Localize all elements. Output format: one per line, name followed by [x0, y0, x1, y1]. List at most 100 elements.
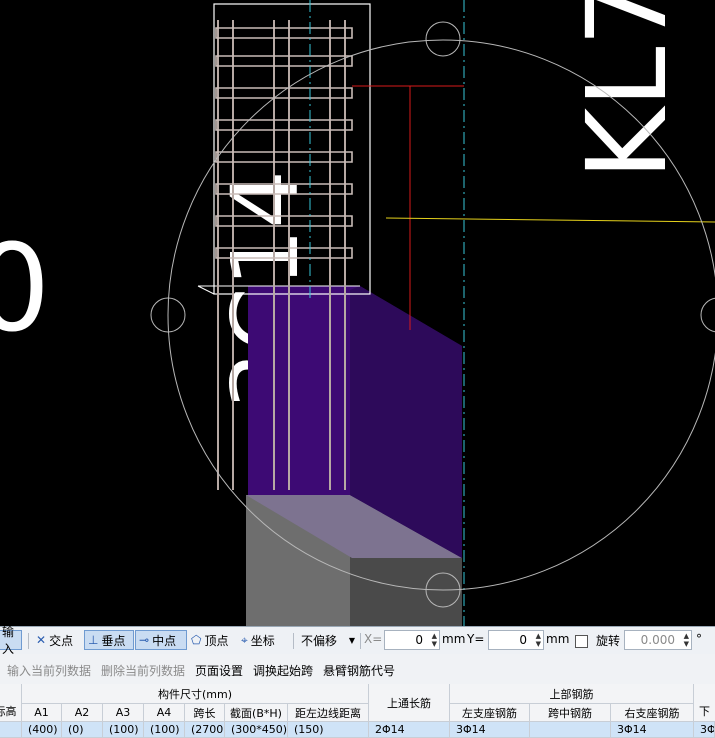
cell-a1-value: (400) — [28, 723, 58, 736]
toolbar-separator — [28, 633, 29, 649]
header-left-support-label: 左支座钢筋 — [462, 706, 517, 720]
coordinate-icon: ⌖ — [241, 632, 248, 647]
x-value: 0 — [415, 633, 423, 647]
cell-top-through-value: 2Φ14 — [375, 723, 405, 736]
beam-3d-view — [150, 0, 715, 626]
cell-span-length-value: (2700) — [191, 723, 225, 736]
cell-a3-value: (100) — [109, 723, 139, 736]
chevron-down-icon: ▼ — [348, 635, 355, 645]
vertex-snap-button[interactable]: ⬠ 顶点 — [188, 630, 231, 650]
header-a3: A3 — [103, 704, 144, 722]
toolbar-separator — [360, 633, 361, 649]
cell-mid-span[interactable] — [530, 722, 611, 738]
offset-select[interactable]: 不偏移 ▼ — [298, 630, 358, 650]
perpendicular-label: 垂点 — [101, 633, 126, 648]
cell-right-support[interactable]: 3Φ14 — [611, 722, 694, 738]
cell-next[interactable]: 3Φ — [694, 722, 715, 738]
snap-toolbar: 输入 ✕ 交点 ⊥ 垂点 ⊸ 中点 ⬠ 顶点 ⌖ 坐标 不偏移 ▼ X= 0 ▲… — [0, 625, 715, 656]
degree-symbol: ° — [696, 632, 702, 646]
cell-top-through[interactable]: 2Φ14 — [369, 722, 450, 738]
cell-a4-value: (100) — [150, 723, 180, 736]
rotate-value: 0.000 — [640, 633, 675, 647]
intersection-icon: ✕ — [36, 633, 47, 647]
cell-edge-distance-value: (150) — [294, 723, 324, 736]
span-table: 标高 构件尺寸(mm) 上通长筋 上部钢筋 下 A1 A2 A3 A4 跨长 截… — [0, 684, 715, 738]
rotate-label: 旋转 — [596, 634, 621, 648]
cell-left-support[interactable]: 3Φ14 — [450, 722, 530, 738]
header-group-top-rebar: 上部钢筋 — [450, 684, 694, 704]
header-right-support-label: 右支座钢筋 — [624, 706, 680, 720]
offset-select-value: 不偏移 — [301, 633, 338, 648]
header-a3-label: A3 — [115, 706, 131, 719]
delete-column-button[interactable]: 删除当前列数据 — [101, 662, 185, 679]
header-section: 截面(B*H) — [225, 704, 288, 722]
coordinate-snap-button[interactable]: ⌖ 坐标 — [238, 630, 278, 650]
spinner-icon[interactable]: ▲ ▼ — [684, 632, 689, 648]
cantilever-code-button[interactable]: 悬臂钢筋代号 — [323, 662, 395, 679]
header-section-label: 截面(B*H) — [230, 706, 282, 720]
rotate-checkbox[interactable] — [575, 635, 588, 648]
midpoint-snap-button[interactable]: ⊸ 中点 — [135, 630, 187, 650]
header-elevation-label: 标高 — [0, 704, 17, 718]
header-group-top-rebar-label: 上部钢筋 — [549, 687, 594, 701]
cell-a2[interactable]: (0) — [62, 722, 103, 738]
cell-span-length[interactable]: (2700) — [185, 722, 225, 738]
page-setup-button[interactable]: 页面设置 — [195, 662, 243, 679]
header-left-support: 左支座钢筋 — [450, 704, 530, 722]
header-mid-span-label: 跨中钢筋 — [548, 706, 592, 720]
cell-a4[interactable]: (100) — [144, 722, 185, 738]
cell-a3[interactable]: (100) — [103, 722, 144, 738]
header-span-length-label: 跨长 — [193, 706, 216, 720]
header-top-through: 上通长筋 — [369, 684, 450, 722]
header-group-dimensions-label: 构件尺寸(mm) — [157, 687, 232, 701]
cell-a1[interactable]: (400) — [22, 722, 62, 738]
spinner-icon[interactable]: ▲ ▼ — [432, 632, 437, 648]
y-unit: mm — [546, 632, 570, 646]
cell-elevation[interactable] — [0, 722, 22, 738]
header-span-length: 跨长 — [185, 704, 225, 722]
midpoint-label: 中点 — [152, 633, 177, 648]
perpendicular-icon: ⊥ — [88, 633, 99, 647]
header-group-dimensions: 构件尺寸(mm) — [22, 684, 369, 704]
cell-left-support-value: 3Φ14 — [456, 723, 486, 736]
midpoint-icon: ⊸ — [139, 633, 150, 647]
header-next: 下 — [694, 684, 715, 722]
input-column-button[interactable]: 输入当前列数据 — [7, 662, 91, 679]
cell-section[interactable]: (300*450) — [225, 722, 288, 738]
cell-a2-value: (0) — [68, 723, 84, 736]
vertex-label: 顶点 — [204, 633, 229, 648]
cell-edge-distance[interactable]: (150) — [288, 722, 369, 738]
header-a1: A1 — [22, 704, 62, 722]
header-a2-label: A2 — [74, 706, 90, 719]
spinner-icon[interactable]: ▲ ▼ — [536, 632, 541, 648]
perpendicular-snap-button[interactable]: ⊥ 垂点 — [84, 630, 134, 650]
header-a4: A4 — [144, 704, 185, 722]
x-unit: mm — [442, 632, 466, 646]
header-edge-distance-label: 距左边线距离 — [295, 706, 361, 720]
intersection-label: 交点 — [49, 633, 74, 648]
intersection-snap-button[interactable]: ✕ 交点 — [33, 630, 76, 650]
drawing-viewport[interactable]: 0 3C14 KL7 — [0, 0, 715, 626]
header-a4-label: A4 — [156, 706, 172, 719]
x-input[interactable]: 0 ▲ ▼ — [384, 630, 440, 650]
toolbar-separator — [293, 633, 294, 649]
coordinate-label: 坐标 — [250, 633, 275, 648]
swap-start-span-button[interactable]: 调换起始跨 — [253, 662, 313, 679]
vertex-icon: ⬠ — [191, 633, 202, 647]
header-a1-label: A1 — [34, 706, 49, 719]
y-value: 0 — [519, 633, 527, 647]
header-next-label: 下 — [699, 704, 710, 718]
input-button[interactable]: 输入 — [0, 625, 22, 656]
table-row[interactable]: (400) (0) (100) (100) (2700) (300*450) (… — [0, 722, 715, 738]
input-label: 输入 — [2, 625, 15, 656]
rotate-input[interactable]: 0.000 ▲ ▼ — [624, 630, 692, 650]
header-mid-span: 跨中钢筋 — [530, 704, 611, 722]
header-top-through-label: 上通长筋 — [387, 696, 431, 710]
header-right-support: 右支座钢筋 — [611, 704, 694, 722]
header-edge-distance: 距左边线距离 — [288, 704, 369, 722]
cell-next-value: 3Φ — [700, 723, 715, 736]
cell-section-value: (300*450) — [231, 723, 288, 736]
y-input[interactable]: 0 ▲ ▼ — [488, 630, 544, 650]
cell-right-support-value: 3Φ14 — [617, 723, 647, 736]
x-label: X= — [364, 632, 383, 646]
